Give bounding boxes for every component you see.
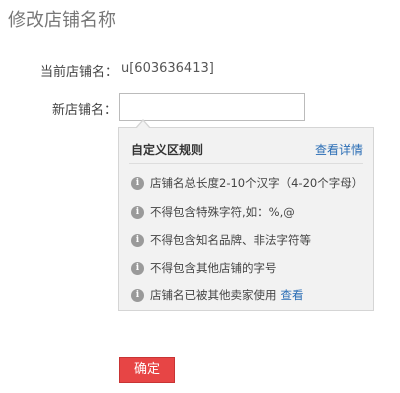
new-name-label: 新店铺名： xyxy=(52,103,118,118)
rule-item: i 店铺名总长度2-10个汉字（4-20个字母） xyxy=(131,175,363,191)
confirm-button[interactable]: 确定 xyxy=(119,357,175,383)
info-icon: i xyxy=(131,176,144,190)
info-icon: i xyxy=(131,288,144,302)
info-icon: i xyxy=(131,261,144,275)
rule-text: 店铺名总长度2-10个汉字（4-20个字母） xyxy=(150,176,364,190)
view-link[interactable]: 查看 xyxy=(281,287,304,303)
rules-panel: 自定义区规则 查看详情 i 店铺名总长度2-10个汉字（4-20个字母） i 不… xyxy=(118,119,374,311)
current-name-label: 当前店铺名： xyxy=(40,65,119,80)
rule-item: i 不得包含知名品牌、非法字符等 xyxy=(131,232,311,248)
rules-heading: 自定义区规则 xyxy=(131,143,204,157)
rule-item: i 店铺名已被其他卖家使用 查看 xyxy=(131,287,304,303)
rule-text: 不得包含其他店铺的字号 xyxy=(150,261,277,275)
info-icon: i xyxy=(131,205,144,219)
rule-item: i 不得包含特殊字符,如：%,@ xyxy=(131,204,295,220)
current-name-value: u[603636413] xyxy=(121,61,214,76)
info-icon: i xyxy=(131,233,144,247)
rule-text: 不得包含知名品牌、非法字符等 xyxy=(150,233,311,247)
rule-item: i 不得包含其他店铺的字号 xyxy=(131,260,277,276)
rule-text: 不得包含特殊字符,如：%,@ xyxy=(150,205,295,219)
panel-pointer-fill xyxy=(136,121,150,129)
new-name-input[interactable] xyxy=(119,93,305,121)
panel-divider xyxy=(129,163,363,164)
page-title: 修改店铺名称 xyxy=(8,10,116,31)
rule-text: 店铺名已被其他卖家使用 xyxy=(150,288,277,302)
view-details-link[interactable]: 查看详情 xyxy=(315,141,363,158)
